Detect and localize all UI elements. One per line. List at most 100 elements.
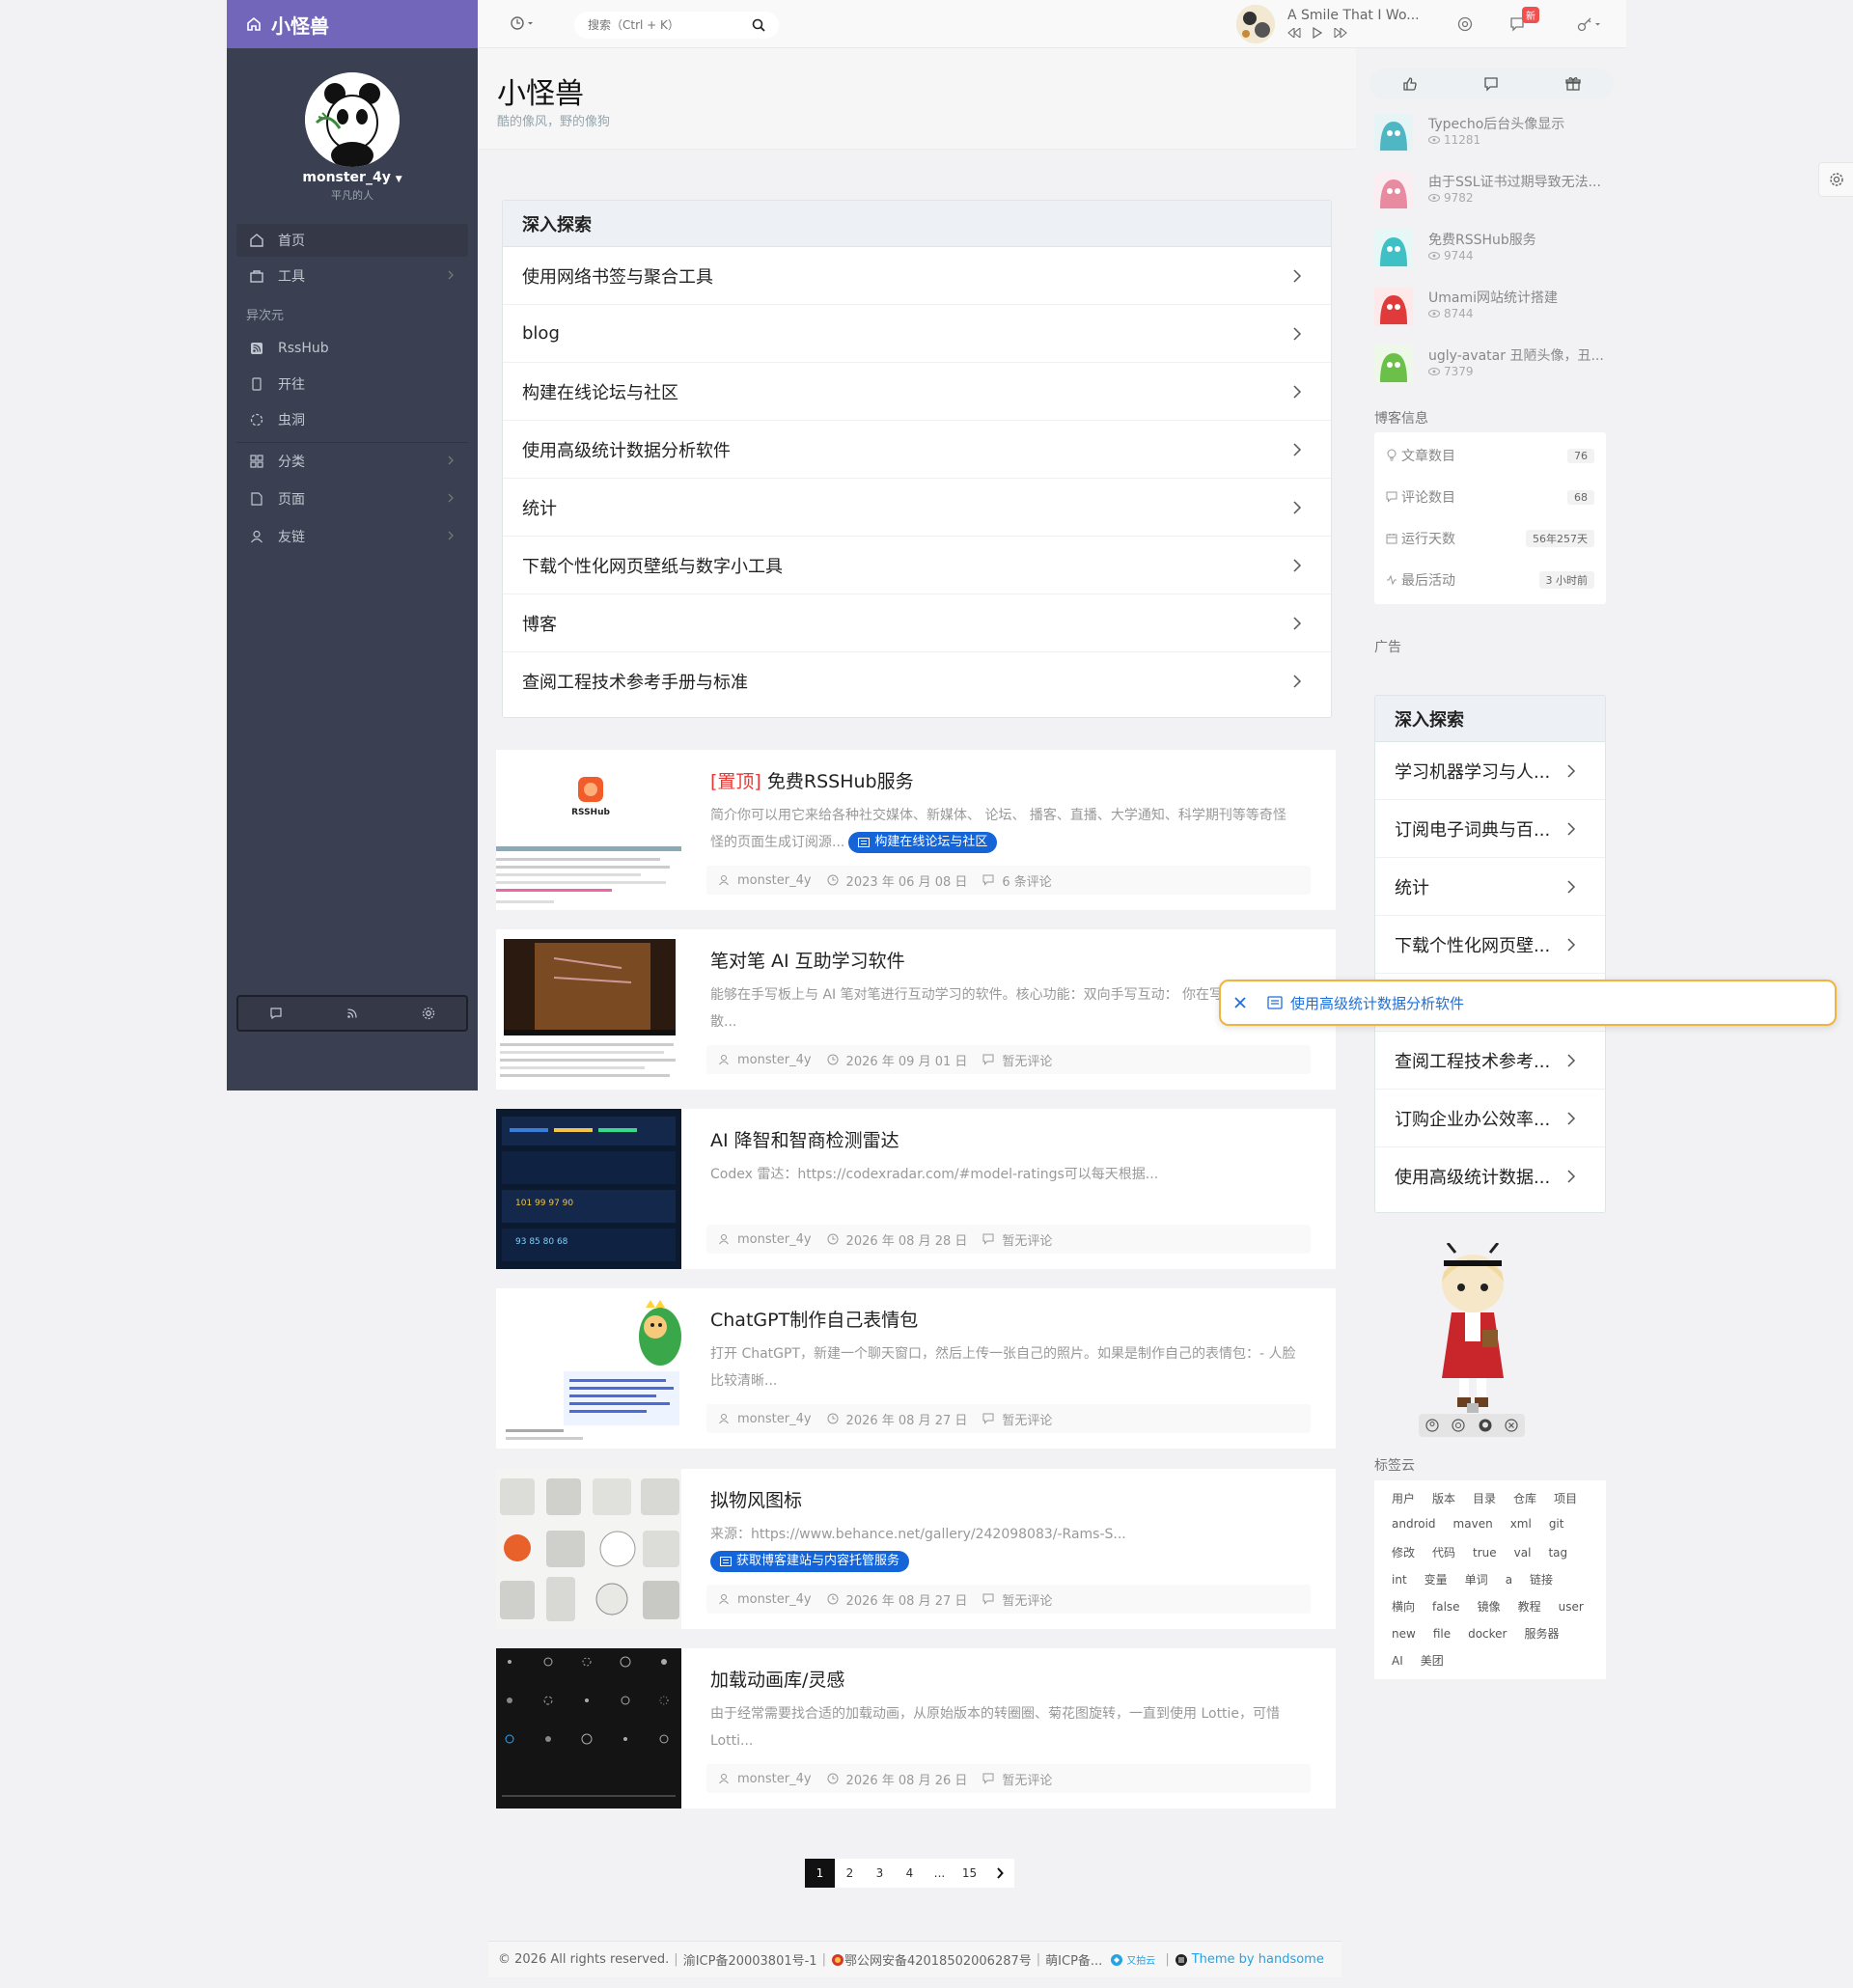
post-comments[interactable]: 6 条评论 (1002, 871, 1051, 890)
right-explore-row[interactable]: 查阅工程技术参考... (1375, 1032, 1605, 1090)
close-circle-icon[interactable] (1505, 1419, 1518, 1432)
right-explore-row[interactable]: 下载个性化网页壁... (1375, 916, 1605, 974)
tab-hot-thumbs-up-icon[interactable] (1402, 76, 1418, 92)
explore-row[interactable]: 统计 (503, 479, 1331, 537)
sidebar-item-wormhole[interactable]: 虫洞 (236, 403, 468, 436)
sidebar-item-pages[interactable]: 页面 (236, 483, 468, 515)
tag-link[interactable]: 变量 (1424, 1573, 1448, 1587)
footer-moe-link[interactable]: 萌ICP备... (1045, 1950, 1102, 1969)
live2d-mascot[interactable] (1426, 1243, 1519, 1413)
post-author[interactable]: monster_4y (737, 1592, 812, 1607)
post-comments[interactable]: 暂无评论 (1002, 1410, 1052, 1428)
avatar[interactable] (305, 72, 400, 167)
page-link[interactable]: 1 (805, 1859, 835, 1888)
page-link[interactable]: 4 (895, 1859, 925, 1888)
right-explore-row[interactable]: 订阅电子词典与百... (1375, 800, 1605, 858)
post-author[interactable]: monster_4y (737, 1412, 812, 1426)
hot-post[interactable]: ugly-avatar 丑陋头像，丑... 7379 (1374, 342, 1616, 396)
post-card[interactable]: ChatGPT制作自己表情包 打开 ChatGPT，新建一个聊天窗口，然后上传一… (496, 1288, 1336, 1449)
target-icon[interactable] (1457, 16, 1473, 32)
page-link[interactable]: 15 (954, 1859, 984, 1888)
sidebar-item-rsshub[interactable]: RssHub (236, 332, 468, 365)
rss-icon[interactable] (346, 1007, 359, 1020)
settings-drawer-toggle[interactable] (1818, 162, 1853, 197)
right-explore-row[interactable]: 学习机器学习与人... (1375, 742, 1605, 800)
footer-icp-link[interactable]: 渝ICP备20003801号-1 (683, 1950, 817, 1969)
explore-row[interactable]: 使用网络书签与聚合工具 (503, 247, 1331, 305)
post-thumbnail[interactable] (496, 1288, 681, 1449)
sidebar-item-links[interactable]: 友链 (236, 520, 468, 553)
github-icon[interactable] (1479, 1419, 1492, 1432)
footer-cloud-link[interactable]: 又拍云 (1126, 1952, 1155, 1967)
search-box[interactable] (574, 12, 779, 39)
tag-link[interactable]: git (1549, 1517, 1564, 1531)
tag-link[interactable]: 横向 (1392, 1600, 1415, 1614)
sidebar-item-travel[interactable]: 开往 (236, 368, 468, 400)
tag-link[interactable]: true (1473, 1546, 1497, 1560)
search-input[interactable] (588, 18, 752, 32)
previous-icon[interactable] (1287, 28, 1301, 38)
settings-icon[interactable] (422, 1007, 435, 1020)
post-title[interactable]: [置顶] 免费RSSHub服务 (710, 767, 914, 793)
tag-link[interactable]: 服务器 (1525, 1627, 1560, 1641)
tag-link[interactable]: maven (1453, 1517, 1493, 1531)
post-comments[interactable]: 暂无评论 (1002, 1230, 1052, 1249)
right-explore-row[interactable]: 统计 (1375, 858, 1605, 916)
post-tag[interactable]: 获取博客建站与内容托管服务 (710, 1551, 910, 1572)
tag-link[interactable]: val (1514, 1546, 1532, 1560)
post-card[interactable]: 101 99 97 90 93 85 80 68 AI 降智和智商检测雷达 Co… (496, 1109, 1336, 1269)
next-icon[interactable] (1334, 28, 1347, 38)
post-author[interactable]: monster_4y (737, 873, 812, 888)
play-icon[interactable] (1313, 27, 1322, 39)
tag-link[interactable]: 仓库 (1513, 1492, 1536, 1505)
post-thumbnail[interactable]: RSSHub (496, 750, 681, 910)
tag-link[interactable]: 教程 (1518, 1600, 1541, 1614)
tag-link[interactable]: new (1392, 1627, 1416, 1641)
comment-icon[interactable] (269, 1007, 283, 1020)
post-comments[interactable]: 暂无评论 (1002, 1590, 1052, 1609)
post-thumbnail[interactable] (496, 929, 681, 1090)
post-card[interactable]: RSSHub [置顶] 免费RSSHub服务 简介你可以用它来给各种社交媒体、新… (496, 750, 1336, 910)
footer-theme-link[interactable]: Theme by handsome (1192, 1952, 1324, 1967)
tag-link[interactable]: 用户 (1392, 1492, 1415, 1505)
post-author[interactable]: monster_4y (737, 1053, 812, 1067)
tag-link[interactable]: 版本 (1432, 1492, 1455, 1505)
tag-link[interactable]: android (1392, 1517, 1436, 1531)
floating-suggestion[interactable]: 使用高级统计数据分析软件 (1219, 980, 1837, 1026)
footer-police-link[interactable]: 鄂公网安备42018502006287号 (844, 1950, 1032, 1969)
music-cover[interactable] (1236, 5, 1275, 43)
post-comments[interactable]: 暂无评论 (1002, 1051, 1052, 1069)
explore-row[interactable]: blog (503, 305, 1331, 363)
tag-link[interactable]: AI (1392, 1654, 1403, 1668)
post-tag[interactable]: 构建在线论坛与社区 (848, 832, 998, 853)
post-card[interactable]: 加载动画库/灵感 由于经常需要找合适的加载动画，从原始版本的转圈圈、菊花图旋转，… (496, 1648, 1336, 1809)
explore-row[interactable]: 构建在线论坛与社区 (503, 363, 1331, 421)
tag-link[interactable]: 镜像 (1478, 1600, 1501, 1614)
history-clock-icon[interactable] (510, 15, 535, 31)
post-author[interactable]: monster_4y (737, 1772, 812, 1786)
tag-link[interactable]: file (1433, 1627, 1451, 1641)
post-thumbnail[interactable] (496, 1469, 681, 1629)
post-title[interactable]: ChatGPT制作自己表情包 (710, 1306, 918, 1332)
sidebar-item-home[interactable]: 首页 (236, 224, 468, 257)
post-title[interactable]: 笔对笔 AI 互助学习软件 (710, 947, 905, 973)
tag-link[interactable]: 代码 (1432, 1546, 1455, 1560)
hot-post[interactable]: Typecho后台头像显示 11281 (1374, 110, 1616, 164)
post-card[interactable]: 拟物风图标 来源：https://www.behance.net/gallery… (496, 1469, 1336, 1629)
tag-link[interactable]: 单词 (1465, 1573, 1488, 1587)
page-link[interactable]: 2 (835, 1859, 865, 1888)
post-title[interactable]: AI 降智和智商检测雷达 (710, 1126, 899, 1152)
explore-row[interactable]: 下载个性化网页壁纸与数字小工具 (503, 537, 1331, 594)
hot-post[interactable]: 由于SSL证书过期导致无法... 9782 (1374, 168, 1616, 222)
hot-post[interactable]: 免费RSSHub服务 9744 (1374, 226, 1616, 280)
tag-link[interactable]: int (1392, 1573, 1407, 1587)
search-icon[interactable] (752, 18, 765, 32)
tag-link[interactable]: 美团 (1421, 1654, 1444, 1668)
post-title[interactable]: 拟物风图标 (710, 1486, 802, 1512)
hot-post[interactable]: Umami网站统计搭建 8744 (1374, 284, 1616, 338)
tag-link[interactable]: 链接 (1530, 1573, 1553, 1587)
tag-link[interactable]: 目录 (1473, 1492, 1496, 1505)
tag-link[interactable]: 项目 (1554, 1492, 1577, 1505)
tag-link[interactable]: docker (1468, 1627, 1507, 1641)
tag-link[interactable]: tag (1548, 1546, 1567, 1560)
